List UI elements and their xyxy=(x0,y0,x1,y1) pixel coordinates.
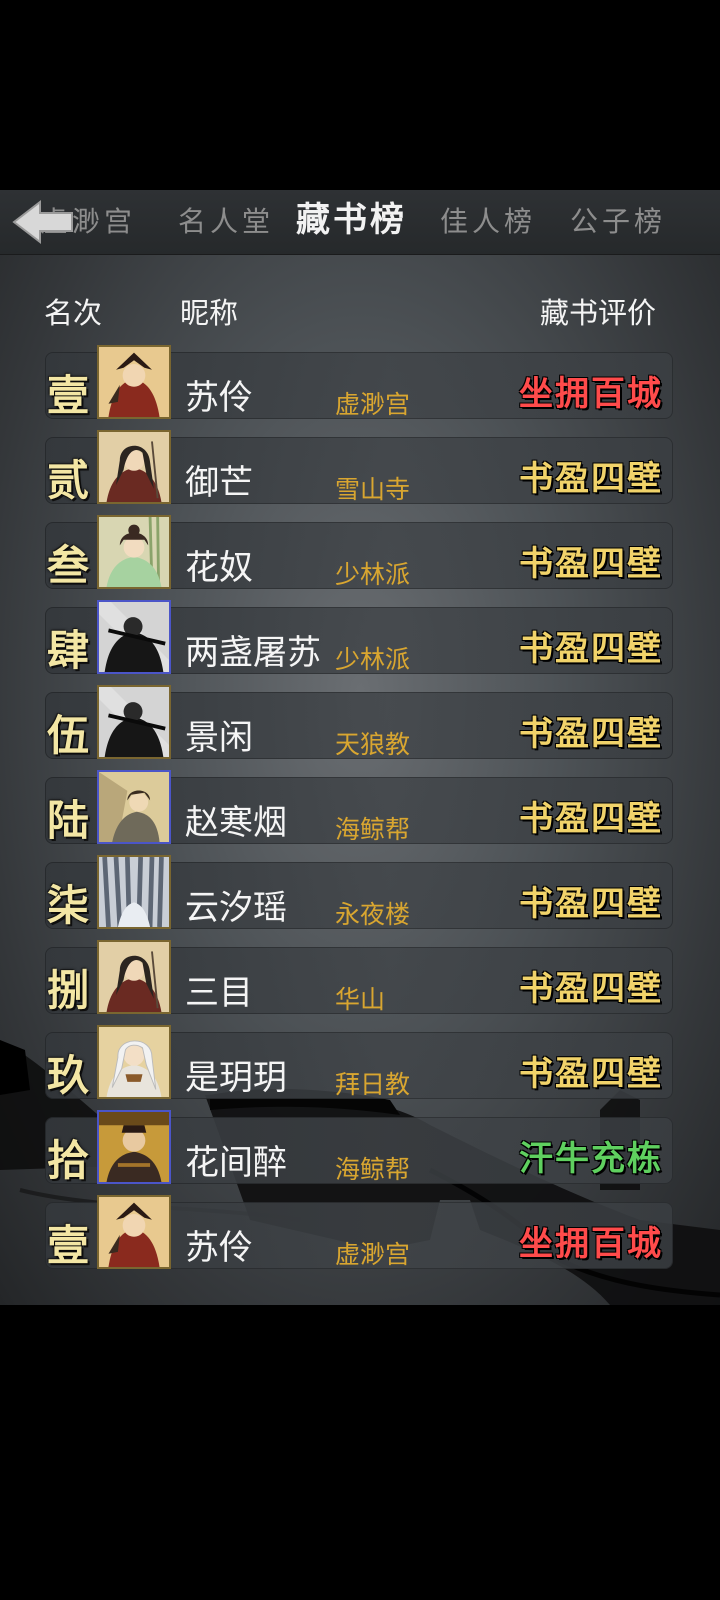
rank-numeral: 壹 xyxy=(46,371,89,420)
player-nickname: 苏伶 xyxy=(185,378,253,418)
collection-rating: 坐拥百城 xyxy=(519,1224,663,1264)
back-arrow-icon[interactable] xyxy=(10,196,76,248)
tab-book-collection-ranking[interactable]: 藏书榜 xyxy=(296,196,407,244)
rank-column-header: 名次 xyxy=(44,296,103,330)
rank-numeral: 贰 xyxy=(46,456,89,505)
ranking-row[interactable]: 伍 景闲 天狼教 书盈四壁 xyxy=(45,685,673,760)
player-nickname: 是玥玥 xyxy=(185,1058,287,1098)
ink-swordsman-portrait-icon[interactable] xyxy=(97,600,171,674)
rank-numeral: 伍 xyxy=(46,711,89,760)
rank-numeral: 柒 xyxy=(46,881,89,930)
collection-rating: 书盈四壁 xyxy=(519,629,663,669)
collection-rating: 书盈四壁 xyxy=(519,969,663,1009)
collection-rating: 书盈四壁 xyxy=(519,459,663,499)
player-sect: 少林派 xyxy=(335,645,411,674)
nickname-column-header: 昵称 xyxy=(180,296,239,330)
player-nickname: 两盏屠苏 xyxy=(185,633,321,673)
collection-rating: 书盈四壁 xyxy=(519,1054,663,1094)
collection-rating: 汗牛充栋 xyxy=(519,1139,663,1179)
rank-numeral: 拾 xyxy=(46,1136,89,1185)
tab-beauty-ranking[interactable]: 佳人榜 xyxy=(440,198,536,246)
tab-hall-of-fame[interactable]: 名人堂 xyxy=(178,198,274,246)
player-sect: 雪山寺 xyxy=(335,475,411,504)
player-nickname: 赵寒烟 xyxy=(185,803,287,843)
player-nickname: 云汐瑶 xyxy=(185,888,287,928)
ranking-row[interactable]: 壹 苏伶 虚渺宫 坐拥百城 xyxy=(45,345,673,420)
collection-rating: 书盈四壁 xyxy=(519,799,663,839)
rank-numeral: 肆 xyxy=(46,626,89,675)
white-hair-portrait-icon[interactable] xyxy=(97,1025,171,1099)
swordswoman-portrait-icon[interactable] xyxy=(97,430,171,504)
monk-portrait-icon[interactable] xyxy=(97,1110,171,1184)
scholar-portrait-icon[interactable] xyxy=(97,770,171,844)
warrior-portrait-icon[interactable] xyxy=(97,345,171,419)
ranking-row[interactable]: 叁 花奴 少林派 书盈四壁 xyxy=(45,515,673,590)
player-sect: 拜日教 xyxy=(335,1070,411,1099)
player-sect: 虚渺宫 xyxy=(335,390,411,419)
tab-gentleman-ranking[interactable]: 公子榜 xyxy=(570,198,666,246)
rank-numeral: 陆 xyxy=(46,796,89,845)
swordswoman-portrait-icon[interactable] xyxy=(97,940,171,1014)
collection-rating: 书盈四壁 xyxy=(519,714,663,754)
rank-numeral: 捌 xyxy=(46,966,89,1015)
player-sect: 华山 xyxy=(335,985,386,1014)
player-sect: 虚渺宫 xyxy=(335,1240,411,1269)
player-sect: 海鲸帮 xyxy=(335,1155,411,1184)
player-nickname: 景闲 xyxy=(185,718,253,758)
warrior-portrait-icon[interactable] xyxy=(97,1195,171,1269)
collection-rating: 坐拥百城 xyxy=(519,374,663,414)
collection-rating: 书盈四壁 xyxy=(519,544,663,584)
player-nickname: 三目 xyxy=(185,973,253,1013)
ranking-row[interactable]: 贰 御芒 雪山寺 书盈四壁 xyxy=(45,430,673,505)
ranking-row[interactable]: 拾 花间醉 海鲸帮 汗牛充栋 xyxy=(45,1110,673,1185)
player-nickname: 御芒 xyxy=(185,463,253,503)
player-nickname: 花奴 xyxy=(185,548,253,588)
ranking-row[interactable]: 玖 是玥玥 拜日教 书盈四壁 xyxy=(45,1025,673,1100)
player-nickname: 花间醉 xyxy=(185,1143,287,1183)
rating-column-header: 藏书评价 xyxy=(539,296,656,330)
ranking-row[interactable]: 肆 两盏屠苏 少林派 书盈四壁 xyxy=(45,600,673,675)
rank-numeral: 叁 xyxy=(46,541,89,590)
lady-portrait-icon[interactable] xyxy=(97,515,171,589)
ink-swordsman-portrait-icon[interactable] xyxy=(97,685,171,759)
player-sect: 永夜楼 xyxy=(335,900,411,929)
player-sect: 少林派 xyxy=(335,560,411,589)
player-sect: 海鲸帮 xyxy=(335,815,411,844)
player-sect: 天狼教 xyxy=(335,730,411,759)
ranking-row[interactable]: 捌 三目 华山 书盈四壁 xyxy=(45,940,673,1015)
ranking-row[interactable]: 陆 赵寒烟 海鲸帮 书盈四壁 xyxy=(45,770,673,845)
player-nickname: 苏伶 xyxy=(185,1228,253,1268)
ranking-row[interactable]: 柒 云汐瑶 永夜楼 书盈四壁 xyxy=(45,855,673,930)
rank-numeral: 玖 xyxy=(46,1051,89,1100)
ranking-row[interactable]: 壹 苏伶 虚渺宫 坐拥百城 xyxy=(45,1195,673,1270)
veiled-portrait-icon[interactable] xyxy=(97,855,171,929)
rank-numeral: 壹 xyxy=(46,1221,89,1270)
collection-rating: 书盈四壁 xyxy=(519,884,663,924)
leaderboard-tab-bar: 虚渺宫 名人堂 藏书榜 佳人榜 公子榜 xyxy=(0,190,720,255)
